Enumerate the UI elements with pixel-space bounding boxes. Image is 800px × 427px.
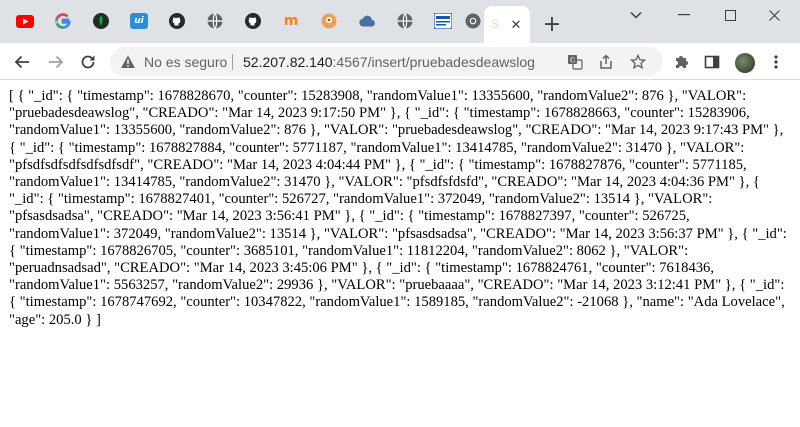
mongodb-icon [93,13,109,29]
warning-icon[interactable] [120,54,136,70]
moodle-icon: m [283,13,299,29]
tab-google[interactable] [46,6,80,36]
puzzle-icon [676,56,688,68]
translate-button[interactable]: G [565,52,585,72]
address-bar[interactable]: No es seguro 52.207.82.140:4567/insert/p… [110,47,663,76]
extensions-button[interactable] [668,49,694,75]
tab-strip: ui m S ✕ + [0,0,800,43]
minimize-button[interactable] [662,0,706,30]
chevron-down-icon [630,11,642,19]
mvn-icon [434,13,452,29]
back-button[interactable] [8,48,36,76]
youtube-icon [16,14,34,28]
close-icon [768,9,780,21]
url-path: :4567/insert/pruebadesdeawslog [332,54,535,70]
tab-mvn[interactable] [426,6,460,36]
back-arrow-icon [14,55,29,69]
reload-button[interactable] [74,48,102,76]
tab-github[interactable] [160,6,194,36]
bookmark-button[interactable] [628,52,648,72]
tab-globe-2[interactable] [388,6,422,36]
url-text[interactable]: 52.207.82.140:4567/insert/pruebadesdeaws… [243,54,535,70]
google-icon [55,13,71,29]
share-icon [600,54,612,69]
forward-arrow-icon [49,55,64,69]
maximize-button[interactable] [708,0,752,30]
security-status[interactable]: No es seguro [144,54,227,70]
github-icon [169,13,185,29]
reload-icon [81,55,95,69]
side-panel-button[interactable] [699,49,725,75]
close-window-button[interactable] [752,0,796,30]
share-button[interactable] [596,52,616,72]
tab-mongodb[interactable] [84,6,118,36]
globe-icon [207,13,223,29]
tab-cloud[interactable] [350,6,384,36]
toolbar: No es seguro 52.207.82.140:4567/insert/p… [0,43,800,80]
tab-search-button[interactable] [614,0,658,30]
tab-postman[interactable] [312,6,346,36]
globe-icon [397,13,413,29]
active-tab-label: S [491,17,500,31]
avatar[interactable] [735,53,755,73]
chrome-icon [465,13,481,29]
json-response-text: [ { "_id": { "timestamp": 1678828670, "c… [9,88,787,328]
address-divider [232,54,233,70]
uiverse-icon: ui [130,13,148,29]
tab-youtube[interactable] [8,6,42,36]
github-icon [245,13,261,29]
minimize-icon [678,14,690,16]
tab-globe[interactable] [198,6,232,36]
star-icon [630,54,646,70]
postman-icon [321,13,337,29]
new-tab-button[interactable]: + [540,12,564,37]
cloud-icon [359,15,376,27]
menu-button[interactable] [763,49,789,75]
translate-icon: G [568,55,583,70]
forward-button[interactable] [42,48,70,76]
tab-active[interactable]: S ✕ [484,6,530,43]
tab-uiverse[interactable]: ui [122,6,156,36]
close-tab-icon[interactable]: ✕ [506,15,526,35]
side-panel-icon [704,55,720,69]
url-host: 52.207.82.140 [243,54,333,70]
more-vert-icon [774,55,778,69]
tab-moodle[interactable]: m [274,6,308,36]
maximize-icon [724,9,736,21]
tab-github-2[interactable] [236,6,270,36]
